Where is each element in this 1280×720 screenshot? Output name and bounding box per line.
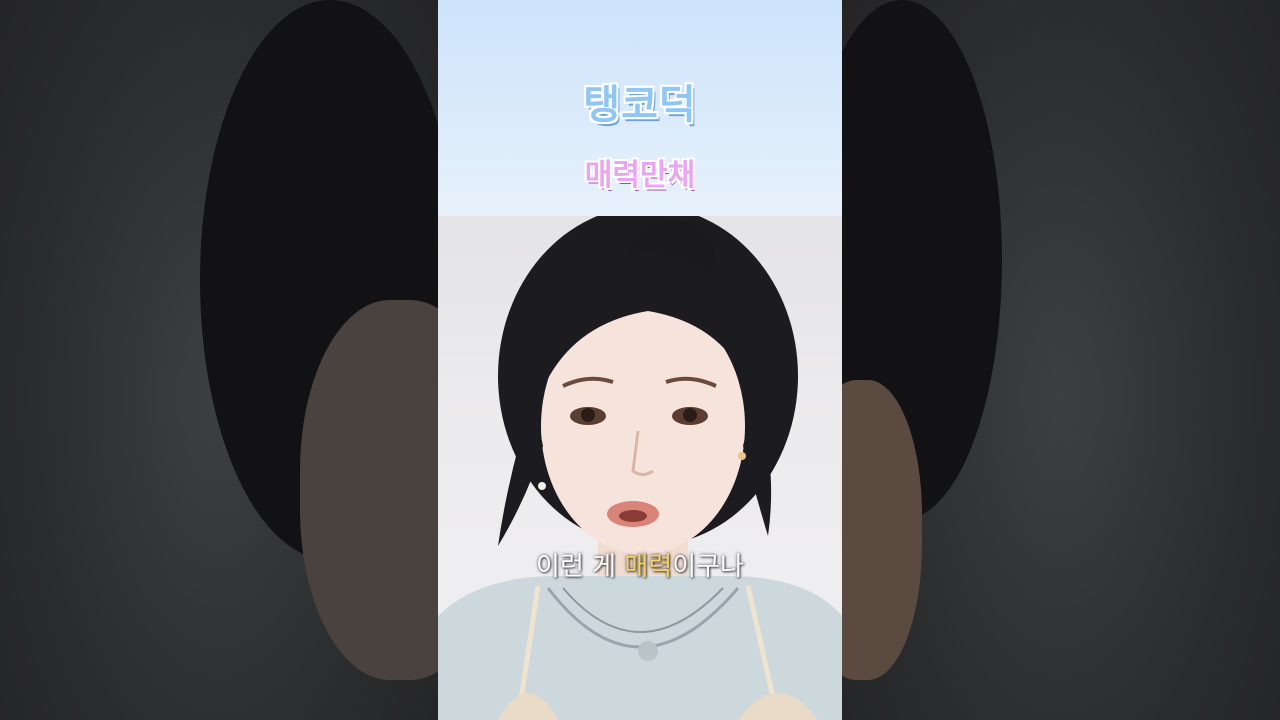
background-blur-right (842, 0, 1280, 720)
video-scene (438, 216, 842, 720)
video-frame[interactable]: 탱코덕 매력만채 이런 게 매력이구나 (438, 0, 842, 720)
episode-tag: 매력만채 (584, 158, 696, 193)
caption-text-before: 이런 게 (536, 552, 625, 582)
show-logo: 탱코덕 (583, 82, 697, 128)
caption-text-highlight: 매력 (624, 552, 673, 582)
video-header-banner: 탱코덕 매력만채 (438, 0, 842, 216)
person-illustration (438, 216, 842, 720)
caption-text-after: 이구나 (672, 552, 744, 582)
background-blur-left (0, 0, 438, 720)
caption-subtitle: 이런 게 매력이구나 (438, 546, 842, 583)
